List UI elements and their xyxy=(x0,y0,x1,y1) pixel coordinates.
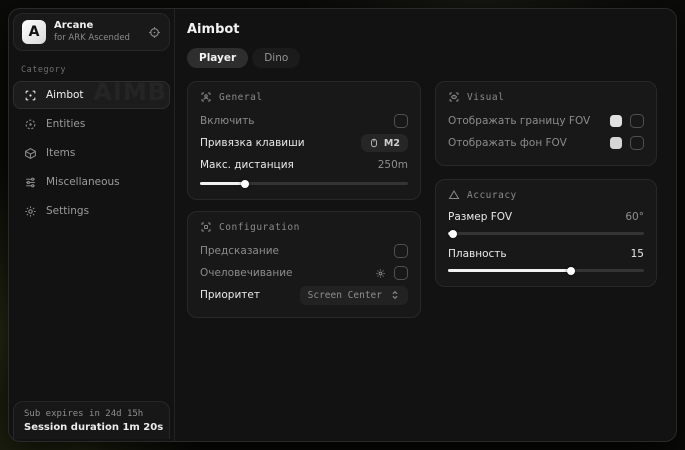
sidebar-item-label: Miscellaneous xyxy=(46,176,120,188)
priority-dropdown[interactable]: Screen Center xyxy=(300,286,408,305)
main-content: Aimbot Player Dino General xyxy=(175,9,676,441)
configuration-panel-title: Configuration xyxy=(219,222,300,233)
tab-dino[interactable]: Dino xyxy=(252,48,300,68)
max-distance-row: Макс. дистанция 250m xyxy=(200,154,408,176)
humanization-label: Очеловечивание xyxy=(200,267,293,279)
entities-radar-icon xyxy=(24,118,37,131)
smoothness-slider[interactable] xyxy=(448,265,644,275)
general-panel-title: General xyxy=(219,92,263,103)
app-window: A Arcane for ARK Ascended Category xyxy=(8,8,677,442)
keybind-row: Привязка клавиши M2 xyxy=(200,132,408,154)
configuration-icon xyxy=(200,221,212,233)
session-duration-text: Session duration 1m 20s xyxy=(24,422,159,433)
fov-background-color-swatch[interactable] xyxy=(610,137,622,149)
priority-selected-value: Screen Center xyxy=(308,290,382,301)
sidebar-item-entities[interactable]: Entities xyxy=(13,110,170,138)
general-panel: General Включить Привязка клавиши xyxy=(187,81,421,200)
sub-expires-text: Sub expires in 24d 15h xyxy=(24,409,159,419)
sidebar-nav: Aimbot AIMB Entities Items xyxy=(13,81,170,225)
max-distance-value: 250m xyxy=(378,159,408,171)
app-logo: A xyxy=(22,20,46,44)
aimbot-crosshair-icon xyxy=(24,89,37,102)
sidebar-item-label: Settings xyxy=(46,205,89,217)
items-package-icon xyxy=(24,147,37,160)
priority-row: Приоритет Screen Center xyxy=(200,284,408,306)
select-chevrons-icon xyxy=(390,290,400,300)
sliders-icon xyxy=(24,176,37,189)
max-distance-slider[interactable] xyxy=(200,178,408,188)
fov-border-row: Отображать границу FOV xyxy=(448,110,644,132)
page-title: Aimbot xyxy=(187,22,664,37)
fov-size-value: 60° xyxy=(625,211,644,223)
prediction-checkbox[interactable] xyxy=(394,244,408,258)
mouse-icon xyxy=(369,137,379,149)
prediction-row: Предсказание xyxy=(200,240,408,262)
accuracy-panel-title: Accuracy xyxy=(467,190,517,201)
sidebar-item-items[interactable]: Items xyxy=(13,139,170,167)
slider-handle[interactable] xyxy=(567,267,575,275)
aimbot-watermark: AIMB xyxy=(93,81,167,106)
category-label: Category xyxy=(21,65,170,75)
fov-border-checkbox[interactable] xyxy=(630,114,644,128)
sidebar-item-label: Aimbot xyxy=(46,89,84,101)
fov-border-label: Отображать границу FOV xyxy=(448,115,590,127)
smoothness-row: Плавность 15 xyxy=(448,245,644,263)
enable-checkbox[interactable] xyxy=(394,114,408,128)
keybind-value: M2 xyxy=(384,138,400,149)
smoothness-value: 15 xyxy=(631,248,644,260)
app-name: Arcane xyxy=(54,20,140,33)
keybind-button[interactable]: M2 xyxy=(361,134,408,152)
session-duration-label: Session duration xyxy=(24,422,122,433)
accuracy-triangle-icon xyxy=(448,189,460,201)
slider-handle[interactable] xyxy=(449,230,457,238)
sidebar-item-label: Entities xyxy=(46,118,85,130)
sidebar-item-settings[interactable]: Settings xyxy=(13,197,170,225)
visual-panel-title: Visual xyxy=(467,92,504,103)
fov-size-label: Размер FOV xyxy=(448,211,512,223)
brand-card: A Arcane for ARK Ascended xyxy=(13,13,170,51)
subscription-footer: Sub expires in 24d 15h Session duration … xyxy=(13,401,170,439)
sidebar-item-miscellaneous[interactable]: Miscellaneous xyxy=(13,168,170,196)
general-scan-icon xyxy=(200,91,212,103)
accuracy-panel: Accuracy Размер FOV 60° Плавность 15 xyxy=(435,179,657,287)
brand-text: Arcane for ARK Ascended xyxy=(54,20,140,43)
configuration-panel: Configuration Предсказание Очеловечивани… xyxy=(187,211,421,318)
visual-panel: Visual Отображать границу FOV Отображать… xyxy=(435,81,657,166)
tab-bar: Player Dino xyxy=(187,48,664,68)
smoothness-label: Плавность xyxy=(448,248,507,260)
fov-size-row: Размер FOV 60° xyxy=(448,208,644,226)
humanization-row: Очеловечивание xyxy=(200,262,408,284)
enable-label: Включить xyxy=(200,115,254,127)
fov-background-label: Отображать фон FOV xyxy=(448,137,567,149)
gear-icon xyxy=(24,205,37,218)
session-duration-value: 1m 20s xyxy=(122,422,163,433)
keybind-label: Привязка клавиши xyxy=(200,137,305,149)
humanization-settings-gear-icon[interactable] xyxy=(375,268,386,279)
fov-size-slider[interactable] xyxy=(448,228,644,238)
tab-player[interactable]: Player xyxy=(187,48,248,68)
sidebar-item-label: Items xyxy=(46,147,75,159)
humanization-checkbox[interactable] xyxy=(394,266,408,280)
fov-background-row: Отображать фон FOV xyxy=(448,132,644,154)
sidebar-item-aimbot[interactable]: Aimbot AIMB xyxy=(13,81,170,109)
fov-border-color-swatch[interactable] xyxy=(610,115,622,127)
visual-eye-icon xyxy=(448,91,460,103)
priority-label: Приоритет xyxy=(200,289,260,301)
sidebar: A Arcane for ARK Ascended Category xyxy=(9,9,175,441)
prediction-label: Предсказание xyxy=(200,245,279,257)
fov-background-checkbox[interactable] xyxy=(630,136,644,150)
enable-row: Включить xyxy=(200,110,408,132)
max-distance-label: Макс. дистанция xyxy=(200,159,294,171)
slider-handle[interactable] xyxy=(241,180,249,188)
crosshair-icon[interactable] xyxy=(148,26,161,39)
app-subtitle: for ARK Ascended xyxy=(54,33,140,44)
